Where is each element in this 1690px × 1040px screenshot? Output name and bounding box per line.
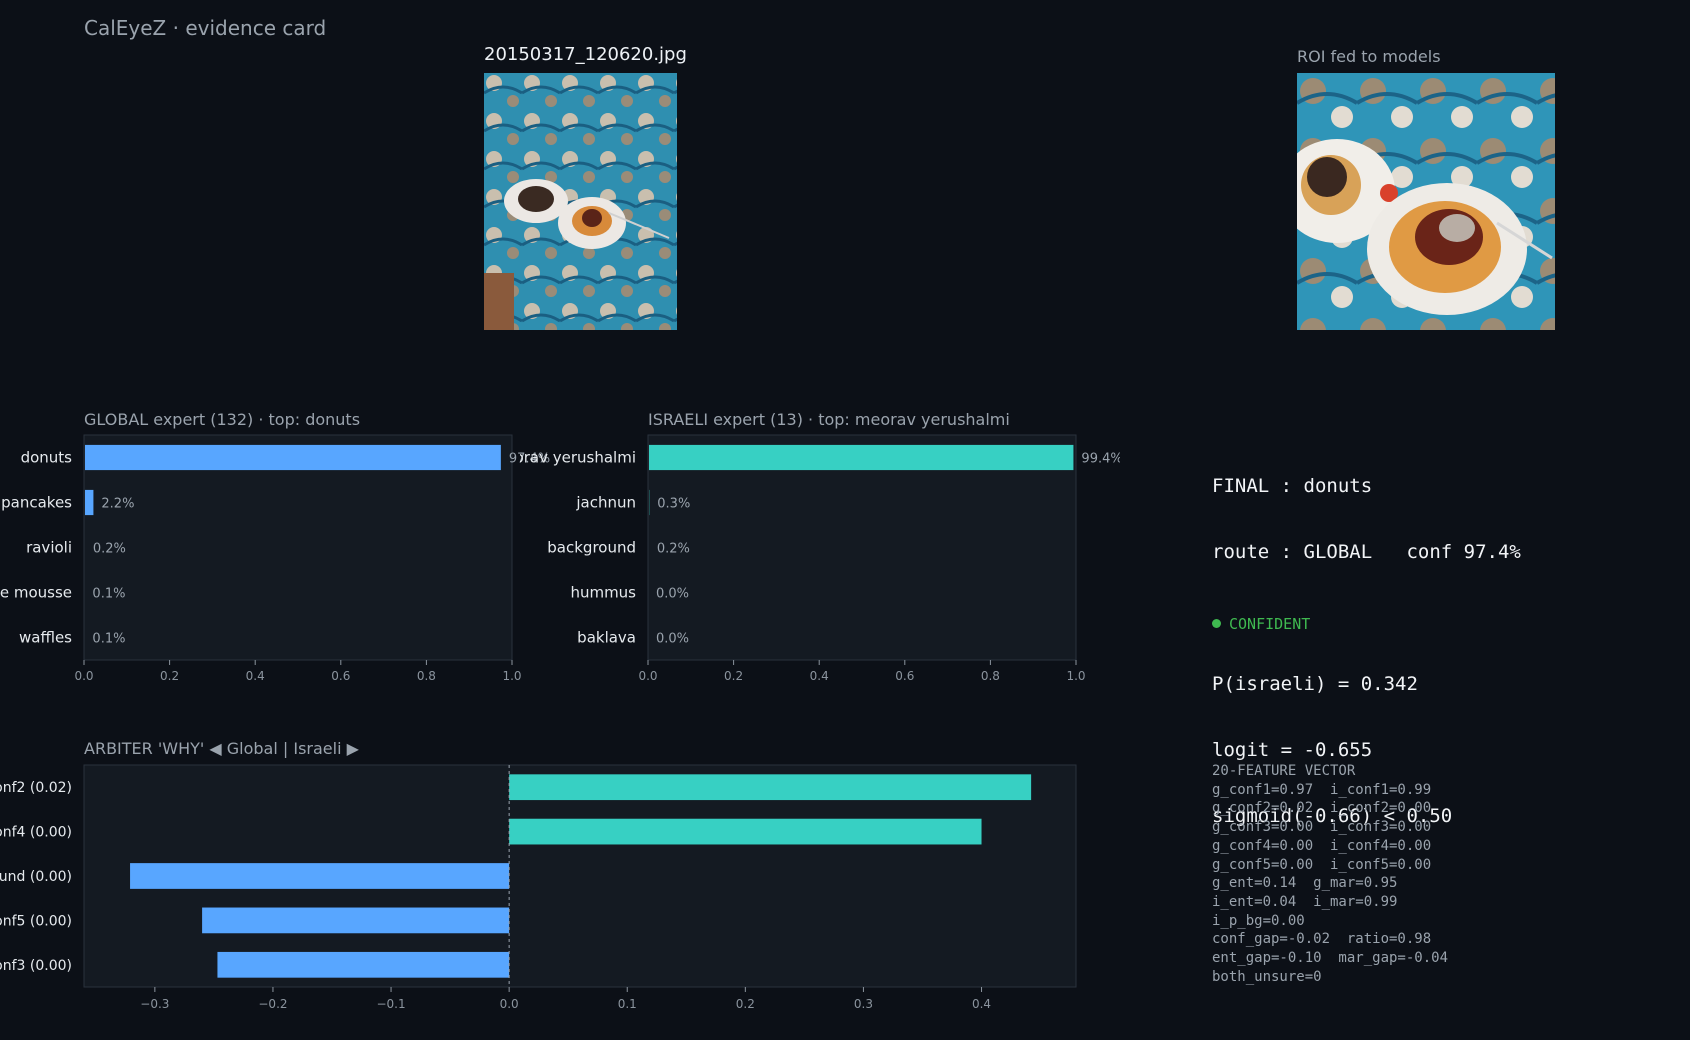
israeli-value-label: 99.4%: [1081, 452, 1120, 467]
global-chart-title: GLOBAL expert (132) · top: donuts: [84, 410, 361, 429]
israeli-bar: [649, 444, 1074, 471]
global-tick-label: 0.8: [417, 669, 436, 683]
israeli-value-label: 0.0%: [656, 632, 689, 647]
arbiter-bar: [509, 774, 1032, 801]
global-category-label: chocolate mousse: [0, 584, 72, 602]
global-tick-label: 0.2: [160, 669, 179, 683]
israeli-expert-chart: meorav yerushalmi 99.4% jachnun 0.3% backgro…: [520, 434, 1120, 683]
global-tick-label: 0.0: [74, 669, 93, 683]
roi-image: [1297, 73, 1555, 330]
status-label: CONFIDENT: [1229, 615, 1311, 633]
global-category-label: donuts: [21, 449, 73, 467]
israeli-value-label: 0.2%: [657, 542, 690, 557]
route-line: route : GLOBAL conf 97.4%: [1212, 541, 1521, 563]
feature-line: ent_gap=-0.10 mar_gap=-0.04: [1212, 950, 1449, 967]
arbiter-tick-label: 0.2: [736, 997, 755, 1011]
feature-line: g_conf3=0.00 i_conf3=0.00: [1212, 819, 1432, 836]
feature-line: g_ent=0.14 g_mar=0.95: [1212, 875, 1398, 892]
global-value-label: 0.1%: [92, 632, 125, 647]
arbiter-tick-label: −0.3: [140, 997, 169, 1011]
photo-filename: 20150317_120620.jpg: [484, 44, 687, 65]
arbiter-tick-label: −0.2: [258, 997, 287, 1011]
israeli-category-label: meorav yerushalmi: [520, 449, 636, 467]
israeli-category-label: background: [547, 539, 636, 557]
israeli-category-label: jachnun: [575, 494, 636, 512]
arbiter-bar: [202, 907, 510, 934]
arbiter-category-label: i_conf4 (0.00): [0, 825, 72, 841]
arbiter-category-label: i_conf2 (0.02): [0, 780, 72, 796]
feature-vector: 20-FEATURE VECTOR g_conf1=0.97 i_conf1=0…: [1212, 762, 1448, 986]
global-category-label: ravioli: [26, 539, 72, 557]
global-value-label: 0.1%: [92, 587, 125, 602]
global-category-label: waffles: [19, 629, 72, 647]
arbiter-bar: [130, 863, 510, 889]
global-value-label: 2.2%: [101, 497, 134, 512]
arbiter-bar: [509, 818, 982, 845]
global-tick-label: 1.0: [502, 669, 521, 683]
global-expert-chart: donuts97.4%pancakes2.2%ravioli0.2%chocol…: [0, 434, 550, 683]
israeli-category-label: baklava: [577, 629, 636, 647]
israeli-tick-label: 0.4: [810, 669, 829, 683]
feature-title: 20-FEATURE VECTOR: [1212, 763, 1356, 779]
global-bar: [85, 444, 501, 471]
roi-title: ROI fed to models: [1297, 47, 1441, 66]
arbiter-category-label: i_conf3 (0.00): [0, 958, 72, 974]
feature-line: both_unsure=0: [1212, 968, 1322, 985]
food-photo: [484, 73, 677, 330]
global-tick-label: 0.4: [246, 669, 265, 683]
p-israeli-line: P(israeli) = 0.342: [1212, 673, 1418, 695]
status-dot-icon: [1212, 619, 1221, 628]
feature-line: g_conf1=0.97 i_conf1=0.99: [1212, 781, 1432, 798]
israeli-category-label: hummus: [570, 584, 636, 602]
arbiter-tick-label: 0.4: [972, 997, 991, 1011]
arbiter-tick-label: −0.1: [376, 997, 405, 1011]
logit-line: logit = -0.655: [1212, 739, 1373, 761]
arbiter-category-label: i_conf5 (0.00): [0, 913, 72, 929]
feature-line: i_ent=0.04 i_mar=0.99: [1212, 893, 1398, 910]
israeli-value-label: 0.3%: [657, 497, 690, 512]
feature-line: i_p_bg=0.00: [1212, 912, 1305, 929]
feature-line: conf_gap=-0.02 ratio=0.98: [1212, 931, 1432, 948]
arbiter-tick-label: 0.0: [500, 997, 519, 1011]
confidence-status: CONFIDENT: [1212, 615, 1310, 633]
global-category-label: pancakes: [1, 494, 72, 512]
arbiter-bar: [217, 951, 510, 978]
global-tick-label: 0.6: [331, 669, 350, 683]
israeli-tick-label: 0.8: [981, 669, 1000, 683]
israeli-tick-label: 0.0: [638, 669, 657, 683]
arbiter-tick-label: 0.1: [618, 997, 637, 1011]
global-value-label: 0.2%: [93, 542, 126, 557]
arbiter-chart-title: ARBITER 'WHY' ◀ Global | Israeli ▶: [84, 739, 359, 758]
israeli-tick-label: 0.2: [724, 669, 743, 683]
israeli-tick-label: 1.0: [1066, 669, 1085, 683]
feature-line: g_conf5=0.00 i_conf5=0.00: [1212, 856, 1432, 873]
israeli-tick-label: 0.6: [895, 669, 914, 683]
global-bar: [85, 489, 94, 516]
feature-line: g_conf2=0.02 i_conf2=0.00: [1212, 800, 1432, 817]
arbiter-category-label: i_p_background (0.00): [0, 869, 72, 885]
israeli-chart-title: ISRAELI expert (13) · top: meorav yerush…: [648, 410, 1010, 429]
arbiter-tick-label: 0.3: [854, 997, 873, 1011]
israeli-value-label: 0.0%: [656, 587, 689, 602]
card-title: CalEyeZ · evidence card: [84, 16, 327, 40]
arbiter-why-chart: i_conf2 (0.02) i_conf4 (0.00) i_p_backgrou…: [0, 764, 1077, 1011]
final-line: FINAL : donuts: [1212, 475, 1373, 497]
feature-line: g_conf4=0.00 i_conf4=0.00: [1212, 837, 1432, 854]
